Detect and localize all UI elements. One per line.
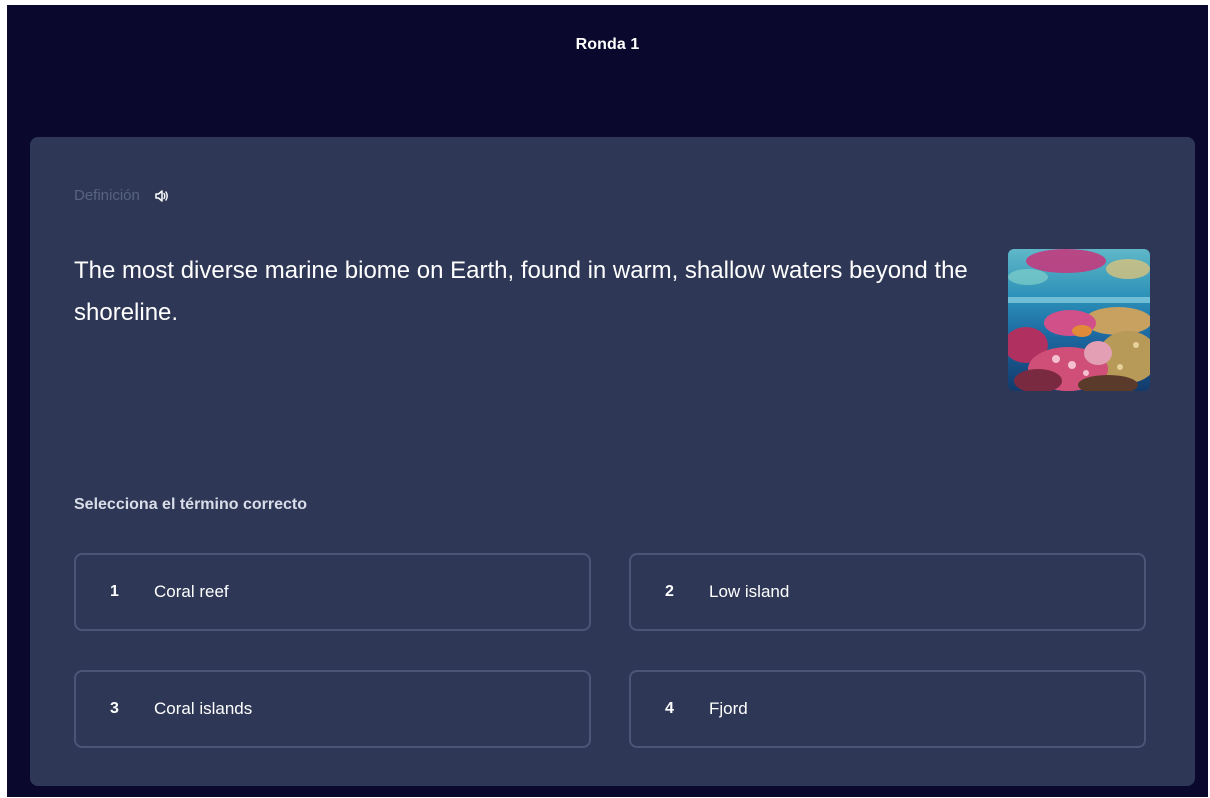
answer-option-1[interactable]: 1 Coral reef xyxy=(74,553,591,631)
coral-reef-image[interactable] xyxy=(1008,249,1150,391)
select-prompt: Selecciona el término correcto xyxy=(74,496,307,513)
option-number: 3 xyxy=(110,700,119,717)
option-number: 2 xyxy=(665,583,674,600)
option-term: Low island xyxy=(709,582,790,601)
question-card: Definición The most diverse marine biome… xyxy=(30,137,1195,786)
definition-text: The most diverse marine biome on Earth, … xyxy=(74,257,968,326)
option-term: Coral islands xyxy=(154,699,253,718)
round-title: Ronda 1 xyxy=(575,36,640,53)
definition-label-row: Definición xyxy=(74,187,170,204)
app-window: Ronda 1 Definición The most diverse mari… xyxy=(7,5,1208,797)
speaker-icon[interactable] xyxy=(154,188,170,204)
answer-option-4[interactable]: 4 Fjord xyxy=(629,670,1146,748)
option-number: 1 xyxy=(110,583,119,600)
answer-option-2[interactable]: 2 Low island xyxy=(629,553,1146,631)
option-term: Fjord xyxy=(709,699,748,718)
definition-label: Definición xyxy=(74,187,140,204)
option-term: Coral reef xyxy=(154,582,229,601)
option-number: 4 xyxy=(665,700,674,717)
answer-option-3[interactable]: 3 Coral islands xyxy=(74,670,591,748)
